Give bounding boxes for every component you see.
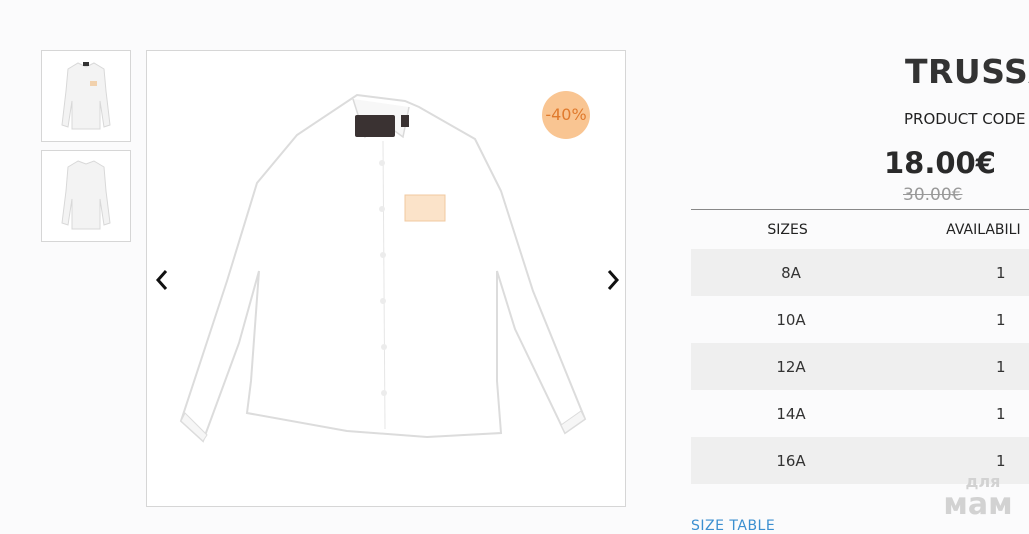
current-price: 18.00€ <box>884 146 996 180</box>
size-cell: 12A <box>776 357 806 376</box>
previous-image-button[interactable] <box>149 265 175 295</box>
thumbnail-front[interactable] <box>41 50 131 142</box>
size-cell: 8A <box>781 263 801 282</box>
size-cell: 14A <box>776 404 806 423</box>
product-code-label: PRODUCT CODE <box>904 110 1026 128</box>
table-row[interactable]: 12A 1 <box>691 343 1029 390</box>
availability-cell: 1 <box>996 263 1006 282</box>
availability-cell: 1 <box>996 451 1006 470</box>
chevron-right-icon <box>607 270 620 290</box>
discount-badge: -40% <box>542 91 590 139</box>
size-table-link[interactable]: SIZE TABLE <box>691 518 775 534</box>
product-title: TRUSSA <box>905 52 1029 91</box>
shirt-thumbnail-image <box>61 160 111 230</box>
next-image-button[interactable] <box>600 265 626 295</box>
watermark-bottom: мам <box>943 487 1013 522</box>
product-image-viewer: -40% <box>146 50 626 507</box>
table-row[interactable]: 10A 1 <box>691 296 1029 343</box>
table-row[interactable]: 14A 1 <box>691 390 1029 437</box>
size-cell: 10A <box>776 310 806 329</box>
old-price: 30.00€ <box>903 185 963 205</box>
size-cell: 16A <box>776 451 806 470</box>
shirt-thumbnail-image <box>61 62 111 130</box>
availability-cell: 1 <box>996 357 1006 376</box>
header-sizes: SIZES <box>767 221 808 238</box>
availability-cell: 1 <box>996 310 1006 329</box>
sizes-table: SIZES AVAILABILI 8A 1 10A 1 12A 1 14A 1 … <box>691 209 1029 484</box>
chevron-left-icon <box>155 270 168 290</box>
watermark-logo: для мам <box>938 474 1018 520</box>
header-availability: AVAILABILI <box>946 221 1021 238</box>
table-header: SIZES AVAILABILI <box>691 210 1029 249</box>
table-row[interactable]: 8A 1 <box>691 249 1029 296</box>
thumbnail-back[interactable] <box>41 150 131 242</box>
availability-cell: 1 <box>996 404 1006 423</box>
